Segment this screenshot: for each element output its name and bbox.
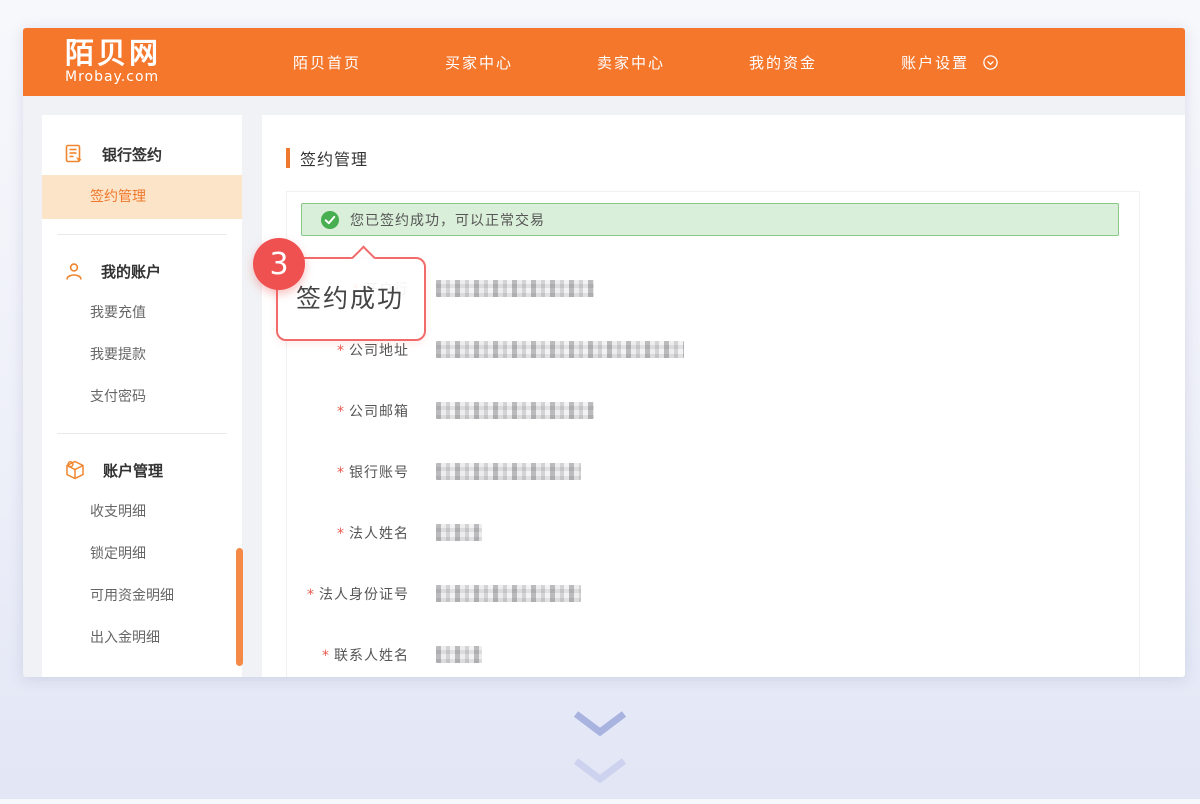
nav-item-label: 卖家中心 xyxy=(597,52,665,73)
step-number-badge: 3 xyxy=(253,238,305,290)
nav-item-label: 我的资金 xyxy=(749,52,817,73)
field-label-text: 银行账号 xyxy=(349,465,409,481)
required-asterisk: * xyxy=(322,648,330,664)
nav-item-label: 账户设置 xyxy=(901,52,969,73)
sidebar-group-title: 我的账户 xyxy=(101,261,161,282)
sidebar-scrollbar-thumb[interactable] xyxy=(236,548,243,666)
masked-field-value xyxy=(436,585,581,602)
sidebar: 银行签约签约管理我的账户我要充值我要提款支付密码账户管理收支明细锁定明细可用资金… xyxy=(42,115,242,677)
sidebar-item-收支明细[interactable]: 收支明细 xyxy=(42,491,242,533)
success-banner: 您已签约成功，可以正常交易 xyxy=(301,203,1119,236)
field-label: *法人姓名 xyxy=(287,523,409,543)
nav-item-3[interactable]: 卖家中心 xyxy=(597,52,665,73)
sidebar-item-锁定明细[interactable]: 锁定明细 xyxy=(42,533,242,575)
nav-item-4[interactable]: 我的资金 xyxy=(749,52,817,73)
nav-item-5[interactable]: 账户设置 xyxy=(901,52,998,73)
brand-title: 陌贝网 xyxy=(65,37,161,69)
form-row-法人身份证号: *法人身份证号 xyxy=(287,563,1139,624)
masked-field-value xyxy=(436,341,684,358)
page-title: 签约管理 xyxy=(286,146,368,170)
required-asterisk: * xyxy=(337,343,345,359)
sidebar-item-支付密码[interactable]: 支付密码 xyxy=(42,376,242,418)
field-label-text: 公司地址 xyxy=(349,343,409,359)
masked-field-value xyxy=(436,402,594,419)
page-title-text: 签约管理 xyxy=(300,146,368,170)
brand-logo[interactable]: 陌贝网 Mrobay.com xyxy=(65,37,161,85)
masked-field-value xyxy=(436,280,594,297)
nav-item-label: 买家中心 xyxy=(445,52,513,73)
sidebar-item-我要充值[interactable]: 我要充值 xyxy=(42,292,242,334)
required-asterisk: * xyxy=(337,526,345,542)
sidebar-group-账户管理[interactable]: 账户管理 xyxy=(42,449,242,491)
app-window: 陌贝网 Mrobay.com 陌贝首页 买家中心 卖家中心 我的资金 账户设置 银行签约… xyxy=(23,28,1185,677)
sidebar-group-银行签约[interactable]: 银行签约 xyxy=(42,133,242,175)
sidebar-divider xyxy=(57,234,227,235)
brand-subtitle: Mrobay.com xyxy=(65,69,161,85)
masked-field-value xyxy=(436,524,482,541)
masked-field-value xyxy=(436,646,482,663)
field-label-text: 法人姓名 xyxy=(349,526,409,542)
main-panel: 签约管理 您已签约成功，可以正常交易 *开户行*公司地址*公司邮箱*银行账号*法… xyxy=(262,115,1185,677)
nav-item-1[interactable]: 陌贝首页 xyxy=(293,52,361,73)
top-header: 陌贝网 Mrobay.com 陌贝首页 买家中心 卖家中心 我的资金 账户设置 xyxy=(23,28,1185,96)
field-label: *联系人姓名 xyxy=(287,645,409,665)
success-banner-text: 您已签约成功，可以正常交易 xyxy=(350,210,545,230)
masked-field-value xyxy=(436,463,581,480)
field-label: *银行账号 xyxy=(287,462,409,482)
required-asterisk: * xyxy=(307,587,315,603)
field-label: *公司地址 xyxy=(287,340,409,360)
scroll-down-indicator xyxy=(572,710,628,804)
field-label-text: 联系人姓名 xyxy=(334,648,409,664)
circle-chevron-down-icon xyxy=(976,55,998,70)
check-circle-icon xyxy=(321,211,339,229)
sidebar-item-出入金明细[interactable]: 出入金明细 xyxy=(42,617,242,659)
sidebar-item-签约管理[interactable]: 签约管理 xyxy=(42,175,242,219)
title-accent-bar xyxy=(286,148,290,168)
nav-item-label: 陌贝首页 xyxy=(293,52,361,73)
required-asterisk: * xyxy=(337,404,345,420)
sidebar-item-可用资金明细[interactable]: 可用资金明细 xyxy=(42,575,242,617)
sidebar-divider xyxy=(57,433,227,434)
main-nav: 陌贝首页 买家中心 卖家中心 我的资金 账户设置 xyxy=(293,28,1082,96)
nav-item-2[interactable]: 买家中心 xyxy=(445,52,513,73)
field-label: *公司邮箱 xyxy=(287,401,409,421)
field-label-text: 法人身份证号 xyxy=(319,587,409,603)
doc-edit-icon xyxy=(65,144,93,164)
form-row-银行账号: *银行账号 xyxy=(287,441,1139,502)
form-row-公司邮箱: *公司邮箱 xyxy=(287,380,1139,441)
chevron-down-icon xyxy=(572,710,628,736)
sidebar-group-title: 银行签约 xyxy=(102,144,162,165)
box-icon xyxy=(65,460,94,480)
user-icon xyxy=(65,262,92,281)
field-label-text: 公司邮箱 xyxy=(349,404,409,420)
form-row-法人姓名: *法人姓名 xyxy=(287,502,1139,563)
tooltip-text: 签约成功 xyxy=(296,259,404,339)
sidebar-item-我要提款[interactable]: 我要提款 xyxy=(42,334,242,376)
chevron-down-icon xyxy=(572,757,628,783)
form-row-联系人姓名: *联系人姓名 xyxy=(287,624,1139,677)
sidebar-group-title: 账户管理 xyxy=(103,460,163,481)
sidebar-group-我的账户[interactable]: 我的账户 xyxy=(42,250,242,292)
required-asterisk: * xyxy=(337,465,345,481)
field-label: *法人身份证号 xyxy=(287,584,409,604)
